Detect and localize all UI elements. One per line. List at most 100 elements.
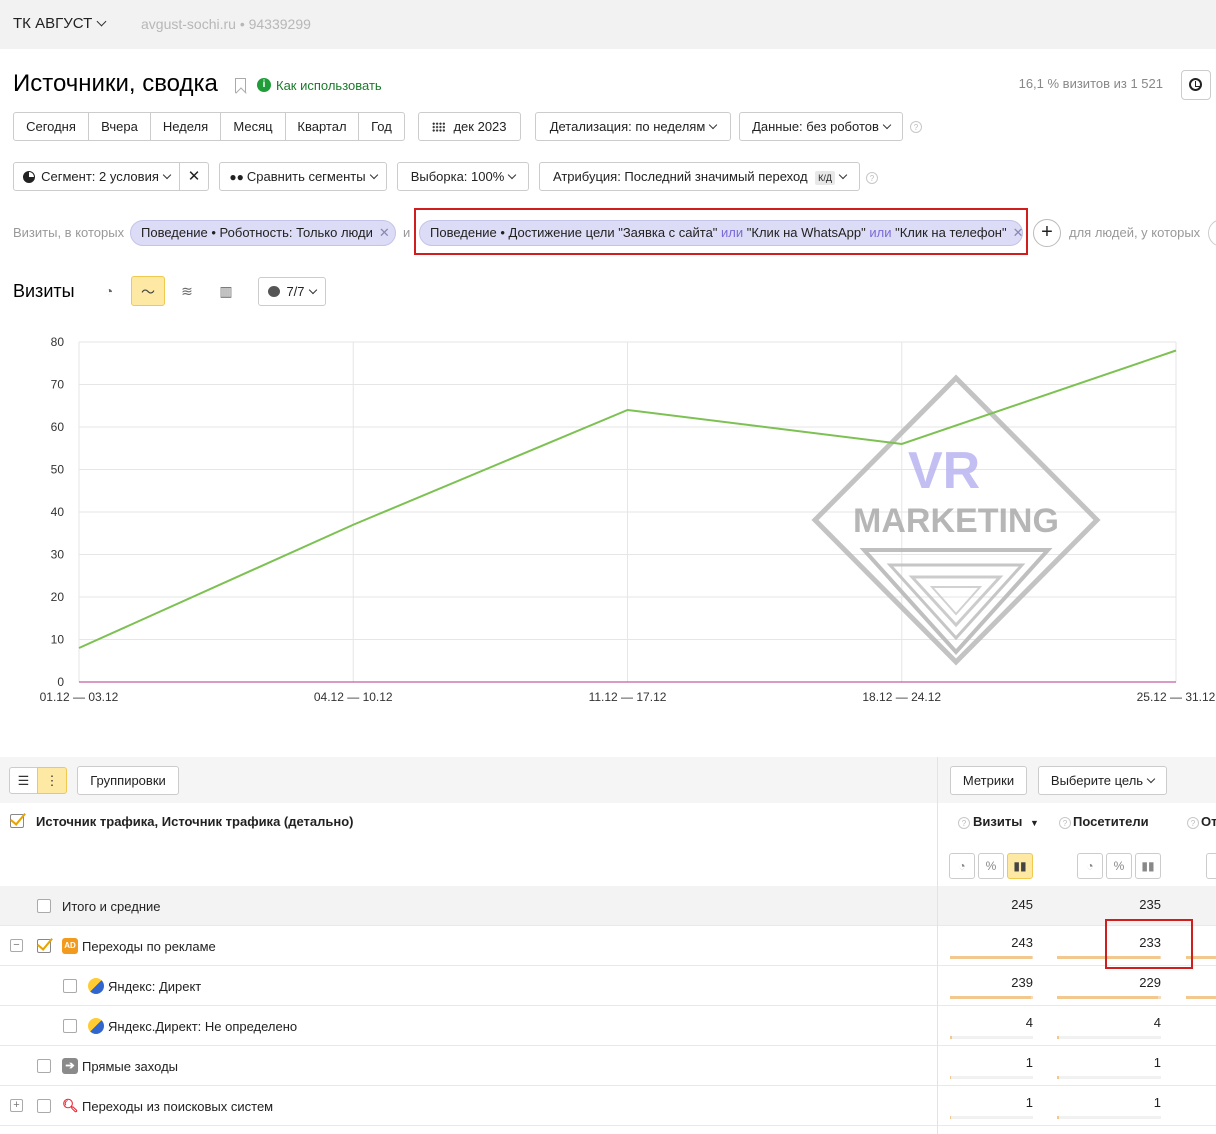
table-row[interactable]: + 🔍︎ Переходы из поисковых систем 1 1 [0, 1086, 1216, 1126]
visits-bar [950, 1116, 1033, 1119]
counter-name: ТК АВГУСТ [13, 15, 93, 32]
users-value: 235 [1139, 897, 1161, 912]
y-tick-label: 80 [51, 335, 65, 349]
bar-chart-icon[interactable]: ▮▮ [1135, 853, 1161, 879]
row-label: Прямые заходы [82, 1059, 179, 1074]
row-checkbox[interactable] [63, 1019, 77, 1033]
watermark: VR MARKETING [811, 374, 1101, 666]
howto-link[interactable]: Как использовать [276, 78, 382, 93]
compare-segments-dropdown[interactable]: ●● Сравнить сегменты [219, 162, 387, 191]
groupings-button[interactable]: Группировки [77, 766, 179, 795]
segment-clear-button[interactable]: ✕ [179, 162, 209, 191]
period-quarter[interactable]: Квартал [285, 112, 359, 141]
visits-value: 245 [1011, 897, 1033, 912]
users-column-header[interactable]: Посетители [1073, 814, 1149, 829]
tree-view-icon[interactable]: ⋮ [37, 767, 67, 794]
visits-bar [950, 1036, 1033, 1039]
y-tick-label: 30 [51, 548, 65, 562]
column-divider [937, 757, 938, 1134]
bookmark-icon[interactable] [235, 78, 246, 93]
filter-and: и [403, 225, 411, 240]
row-checkbox[interactable] [37, 1099, 51, 1113]
segment-label: Сегмент: 2 условия [41, 169, 159, 184]
pie-chart-icon[interactable]: ◔ [1077, 853, 1103, 879]
filter-prefix: Визиты, в которых [13, 225, 125, 240]
data-dropdown[interactable]: Данные: без роботов [739, 112, 903, 141]
metrics-button[interactable]: Метрики [950, 766, 1027, 795]
filter-pill-robots[interactable]: Поведение • Роботность: Только люди ✕ [130, 220, 396, 246]
counter-selector[interactable]: ТК АВГУСТ [13, 15, 107, 32]
bar-chart-icon[interactable]: ▥ [209, 276, 243, 306]
help-icon[interactable]: ? [910, 121, 922, 133]
percent-icon[interactable]: % [978, 853, 1004, 879]
close-icon[interactable]: ✕ [379, 225, 390, 240]
add-user-filter-button[interactable] [1208, 219, 1216, 247]
help-icon[interactable]: ? [1059, 817, 1071, 829]
sample-dropdown[interactable]: Выборка: 100% [397, 162, 529, 191]
period-year[interactable]: Год [358, 112, 405, 141]
percent-icon[interactable]: % [1106, 853, 1132, 879]
table-row[interactable]: Яндекс.Директ: Не определено 4 4 [0, 1006, 1216, 1046]
visits-value: 243 [1011, 935, 1033, 950]
row-checkbox[interactable] [37, 899, 51, 913]
chevron-down-icon [508, 170, 517, 180]
chevron-down-icon [882, 120, 892, 130]
expand-icon[interactable]: + [10, 1099, 23, 1112]
help-icon[interactable]: ? [866, 172, 878, 184]
users-bar [1057, 1076, 1161, 1079]
visits-stat: 16,1 % визитов из 1 521 [1018, 76, 1163, 91]
visits-value: 239 [1011, 975, 1033, 990]
row-checkbox[interactable] [63, 979, 77, 993]
help-icon[interactable]: ? [1187, 817, 1199, 829]
row-label: Яндекс: Директ [108, 979, 202, 994]
chevron-down-icon [369, 170, 378, 180]
add-filter-button[interactable]: + [1033, 219, 1061, 247]
row-label: Переходы по рекламе [82, 939, 216, 954]
table-row-total[interactable]: Итого и средние 245 235 [0, 886, 1216, 926]
chevron-down-icon [96, 16, 107, 27]
y-tick-label: 50 [51, 463, 65, 477]
period-month[interactable]: Месяц [220, 112, 286, 141]
chart-title: Визиты [13, 281, 75, 301]
calendar-icon [432, 122, 446, 132]
visits-value: 4 [1025, 1015, 1033, 1030]
collapse-icon[interactable]: − [10, 939, 23, 952]
y-tick-label: 40 [51, 505, 65, 519]
select-all-checkbox[interactable] [10, 814, 24, 828]
next-column-header[interactable]: От [1201, 814, 1216, 829]
attribution-dropdown[interactable]: Атрибуция: Последний значимый переход К/… [539, 162, 860, 191]
row-checkbox[interactable] [37, 939, 51, 953]
users-bar [1057, 996, 1161, 999]
period-week[interactable]: Неделя [150, 112, 221, 141]
dimension-header: Источник трафика, Источник трафика (дета… [36, 814, 354, 829]
line-chart-icon[interactable]: 〜 [131, 276, 165, 306]
help-icon[interactable]: ? [958, 817, 970, 829]
period-today[interactable]: Сегодня [13, 112, 89, 141]
detail-dropdown[interactable]: Детализация: по неделям [535, 112, 731, 141]
period-yesterday[interactable]: Вчера [88, 112, 151, 141]
visits-bar [950, 996, 1033, 999]
date-picker[interactable]: дек 2023 [418, 112, 521, 141]
list-view-icon[interactable]: ☰ [9, 767, 38, 794]
table-row[interactable]: ➔ Прямые заходы 1 1 [0, 1046, 1216, 1086]
x-tick-label: 25.12 — 31.12 [1137, 690, 1216, 704]
detail-label: Детализация: по неделям [549, 119, 706, 134]
pie-chart-icon[interactable]: ◔ [949, 853, 975, 879]
site-info: avgust-sochi.ru • 94339299 [141, 16, 311, 32]
series-dropdown[interactable]: 7/7 [258, 277, 326, 306]
clock-icon[interactable] [1181, 70, 1211, 100]
goal-dropdown[interactable]: Выберите цель [1038, 766, 1167, 795]
visits-column-header[interactable]: Визиты ▼ [973, 814, 1039, 829]
pie-chart-icon[interactable]: ◔ [92, 276, 126, 306]
segment-dropdown[interactable]: Сегмент: 2 условия [13, 162, 180, 191]
row-checkbox[interactable] [37, 1059, 51, 1073]
bar-chart-icon[interactable]: ▮▮ [1007, 853, 1033, 879]
watermark-text: MARKETING [853, 502, 1059, 540]
table-row[interactable]: − AD Переходы по рекламе 243 233 [0, 926, 1216, 966]
filter-suffix: для людей, у которых [1069, 225, 1201, 240]
table-row[interactable]: Яндекс: Директ 239 229 [0, 966, 1216, 1006]
pie-chart-icon[interactable]: ◔ [1206, 853, 1216, 879]
users-value: 4 [1153, 1015, 1161, 1030]
attribution-badge: К/Д [815, 171, 836, 185]
area-chart-icon[interactable]: ≋ [170, 276, 204, 306]
